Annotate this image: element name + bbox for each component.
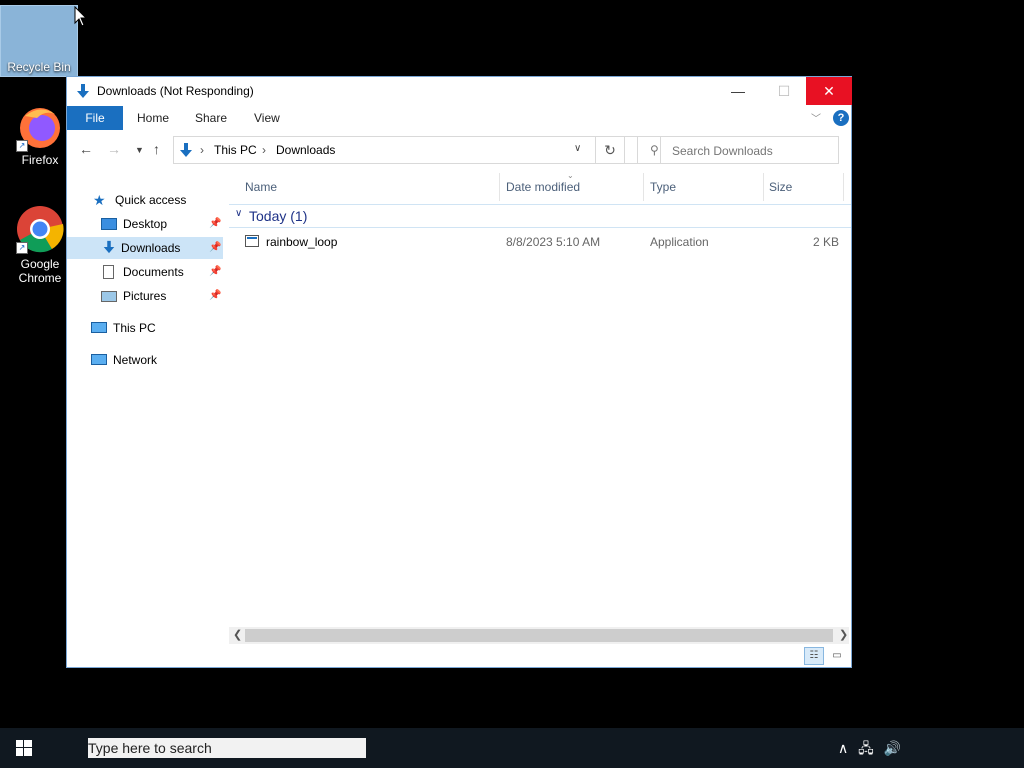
recent-locations-chevron-icon[interactable]: ▼ bbox=[135, 145, 144, 155]
title-bar[interactable]: Downloads (Not Responding) — ☐ ✕ bbox=[67, 77, 852, 105]
nav-item-desktop[interactable]: Desktop 📌 bbox=[101, 213, 221, 235]
computer-icon bbox=[91, 322, 107, 333]
large-icons-view-icon[interactable]: ▭ bbox=[827, 647, 847, 665]
search-input[interactable] bbox=[670, 141, 834, 161]
pin-icon[interactable]: 📌 bbox=[209, 285, 221, 307]
network-icon bbox=[91, 354, 107, 365]
nav-item-label: Downloads bbox=[121, 241, 181, 255]
file-explorer-window: Downloads (Not Responding) — ☐ ✕ File Ho… bbox=[66, 76, 852, 668]
column-divider[interactable] bbox=[843, 173, 844, 201]
nav-item-pictures[interactable]: Pictures 📌 bbox=[101, 285, 221, 307]
chevron-down-icon: ∨ bbox=[235, 208, 243, 219]
mouse-cursor-icon bbox=[74, 6, 88, 27]
column-divider[interactable] bbox=[643, 173, 644, 201]
back-arrow-icon[interactable]: ← bbox=[79, 141, 93, 157]
breadcrumb-separator[interactable]: › bbox=[200, 143, 204, 157]
nav-item-downloads[interactable]: Downloads 📌 bbox=[67, 237, 223, 259]
file-list: ⌄ Name Date modified Type Size ∨ Today (… bbox=[229, 171, 851, 651]
address-dropdown-chevron-icon[interactable]: ∨ bbox=[574, 143, 581, 154]
minimize-button[interactable]: — bbox=[715, 77, 761, 105]
help-icon[interactable]: ? bbox=[833, 110, 849, 126]
desktop-icon-recycle-bin[interactable]: Recycle Bin bbox=[0, 5, 78, 77]
downloads-arrow-icon bbox=[77, 84, 89, 98]
application-icon bbox=[245, 235, 259, 247]
breadcrumb-separator[interactable]: › bbox=[262, 143, 266, 157]
start-button[interactable] bbox=[0, 728, 48, 768]
downloads-arrow-icon bbox=[103, 240, 115, 254]
maximize-button[interactable]: ☐ bbox=[761, 77, 807, 105]
window-title: Downloads (Not Responding) bbox=[97, 84, 254, 98]
column-divider[interactable] bbox=[499, 173, 500, 201]
taskbar-search-input[interactable] bbox=[88, 738, 366, 758]
column-header-name[interactable]: Name bbox=[245, 173, 277, 201]
refresh-button[interactable]: ↻ bbox=[595, 136, 625, 164]
tab-view[interactable]: View bbox=[240, 106, 294, 130]
search-box[interactable]: ⚲ bbox=[637, 136, 839, 164]
navigation-pane: ★ Quick access Desktop 📌 Downloads 📌 Doc… bbox=[67, 185, 223, 645]
pin-icon[interactable]: 📌 bbox=[209, 237, 221, 259]
nav-item-label: Desktop bbox=[123, 217, 168, 231]
group-header[interactable]: ∨ Today (1) bbox=[229, 204, 851, 228]
column-divider[interactable] bbox=[763, 173, 764, 201]
scroll-left-icon[interactable]: ❮ bbox=[233, 628, 242, 641]
close-button[interactable]: ✕ bbox=[806, 77, 852, 105]
nav-item-label: Pictures bbox=[123, 289, 167, 303]
desktop-icon-label: Recycle Bin bbox=[7, 60, 71, 74]
up-arrow-icon[interactable]: ↑ bbox=[153, 141, 160, 157]
nav-item-label: Quick access bbox=[115, 193, 187, 207]
network-status-icon[interactable]: 🖧 bbox=[858, 740, 874, 756]
star-icon: ★ bbox=[93, 192, 106, 208]
horizontal-scrollbar[interactable]: ❮ ❯ bbox=[229, 627, 849, 644]
details-view-icon[interactable]: ☷ bbox=[804, 647, 824, 665]
volume-icon[interactable]: 🔊 bbox=[884, 740, 901, 756]
group-label: Today (1) bbox=[249, 208, 308, 224]
ribbon-tabs: File Home Share View ﹀ ? bbox=[67, 106, 851, 130]
file-size: 2 KB bbox=[813, 235, 840, 249]
downloads-arrow-icon bbox=[180, 143, 192, 157]
nav-item-label: This PC bbox=[113, 321, 156, 335]
nav-item-label: Network bbox=[113, 353, 158, 367]
breadcrumb-this-pc[interactable]: This PC bbox=[214, 143, 257, 157]
tab-home[interactable]: Home bbox=[123, 106, 183, 130]
scrollbar-thumb[interactable] bbox=[245, 629, 833, 642]
taskbar: ∧ 🖧 🔊 bbox=[0, 728, 1024, 768]
chevron-down-icon[interactable]: ﹀ bbox=[811, 110, 821, 125]
system-tray: ∧ 🖧 🔊 bbox=[838, 738, 907, 762]
column-header-date-modified[interactable]: Date modified bbox=[506, 173, 580, 201]
windows-logo-icon bbox=[16, 740, 32, 756]
pin-icon[interactable]: 📌 bbox=[209, 213, 221, 235]
tab-file[interactable]: File bbox=[67, 106, 123, 130]
address-bar[interactable]: › This PC › Downloads ∨ bbox=[173, 136, 661, 164]
scroll-right-icon[interactable]: ❯ bbox=[839, 628, 848, 641]
forward-arrow-icon[interactable]: → bbox=[107, 141, 121, 157]
show-hidden-icons-chevron-icon[interactable]: ∧ bbox=[838, 740, 848, 756]
file-name: rainbow_loop bbox=[266, 235, 338, 249]
shortcut-arrow-icon: ↗ bbox=[16, 242, 28, 254]
nav-item-label: Documents bbox=[123, 265, 184, 279]
file-date: 8/8/2023 5:10 AM bbox=[506, 235, 601, 249]
table-row[interactable]: rainbow_loop 8/8/2023 5:10 AM Applicatio… bbox=[229, 231, 851, 253]
nav-item-documents[interactable]: Documents 📌 bbox=[101, 261, 221, 283]
desktop-icon bbox=[101, 218, 117, 230]
tab-share[interactable]: Share bbox=[181, 106, 241, 130]
navigation-bar: ← → ▼ ↑ › This PC › Downloads ∨ ↻ ⚲ bbox=[67, 135, 851, 167]
search-icon: ⚲ bbox=[650, 143, 659, 157]
pictures-icon bbox=[101, 291, 117, 302]
shortcut-arrow-icon: ↗ bbox=[16, 140, 28, 152]
file-type: Application bbox=[650, 235, 709, 249]
breadcrumb-downloads[interactable]: Downloads bbox=[276, 143, 335, 157]
pin-icon[interactable]: 📌 bbox=[209, 261, 221, 283]
column-header-type[interactable]: Type bbox=[650, 173, 676, 201]
document-icon bbox=[103, 265, 114, 279]
column-header-size[interactable]: Size bbox=[769, 173, 792, 201]
